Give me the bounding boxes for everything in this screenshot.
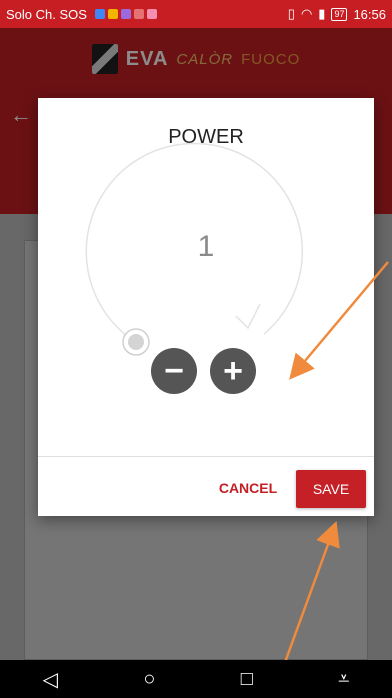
sim-icon: ▮ xyxy=(318,6,326,21)
dial-end-marker xyxy=(235,303,261,330)
notification-icons xyxy=(94,9,157,19)
decrease-button[interactable]: − xyxy=(151,348,197,394)
app-icon xyxy=(107,9,118,19)
notification-drawer-icon[interactable]: ⩡ xyxy=(338,668,349,691)
status-left: Solo Ch. SOS xyxy=(6,7,157,22)
carrier-label: Solo Ch. SOS xyxy=(6,6,87,22)
power-value: 1 xyxy=(197,230,215,263)
cancel-button[interactable]: CANCEL xyxy=(210,470,286,506)
clock: 16:56 xyxy=(353,6,386,22)
recents-icon[interactable]: □ xyxy=(241,668,253,691)
app-icon xyxy=(146,9,157,19)
dial-knob-inner xyxy=(128,334,144,350)
app-icon xyxy=(133,9,144,19)
status-bar: Solo Ch. SOS ▯ ◠ ▮ 97 16:56 xyxy=(0,0,392,28)
back-icon[interactable]: ◁ xyxy=(43,667,58,692)
power-dialog: POWER 1 − + CANCEL SAVE xyxy=(38,98,374,516)
dialog-divider xyxy=(38,456,374,457)
vibrate-icon: ▯ xyxy=(287,6,295,21)
battery-icon: 97 xyxy=(331,7,348,21)
home-icon[interactable]: ○ xyxy=(143,668,155,691)
increase-button[interactable]: + xyxy=(210,348,256,394)
google-icon xyxy=(94,9,105,19)
power-dial[interactable] xyxy=(38,98,374,456)
save-button[interactable]: SAVE xyxy=(296,470,366,508)
status-right: ▯ ◠ ▮ 97 16:56 xyxy=(288,6,386,22)
navigation-bar: ◁ ○ □ ⩡ xyxy=(0,660,392,698)
wifi-icon: ◠ xyxy=(300,6,313,21)
app-icon xyxy=(120,9,131,19)
